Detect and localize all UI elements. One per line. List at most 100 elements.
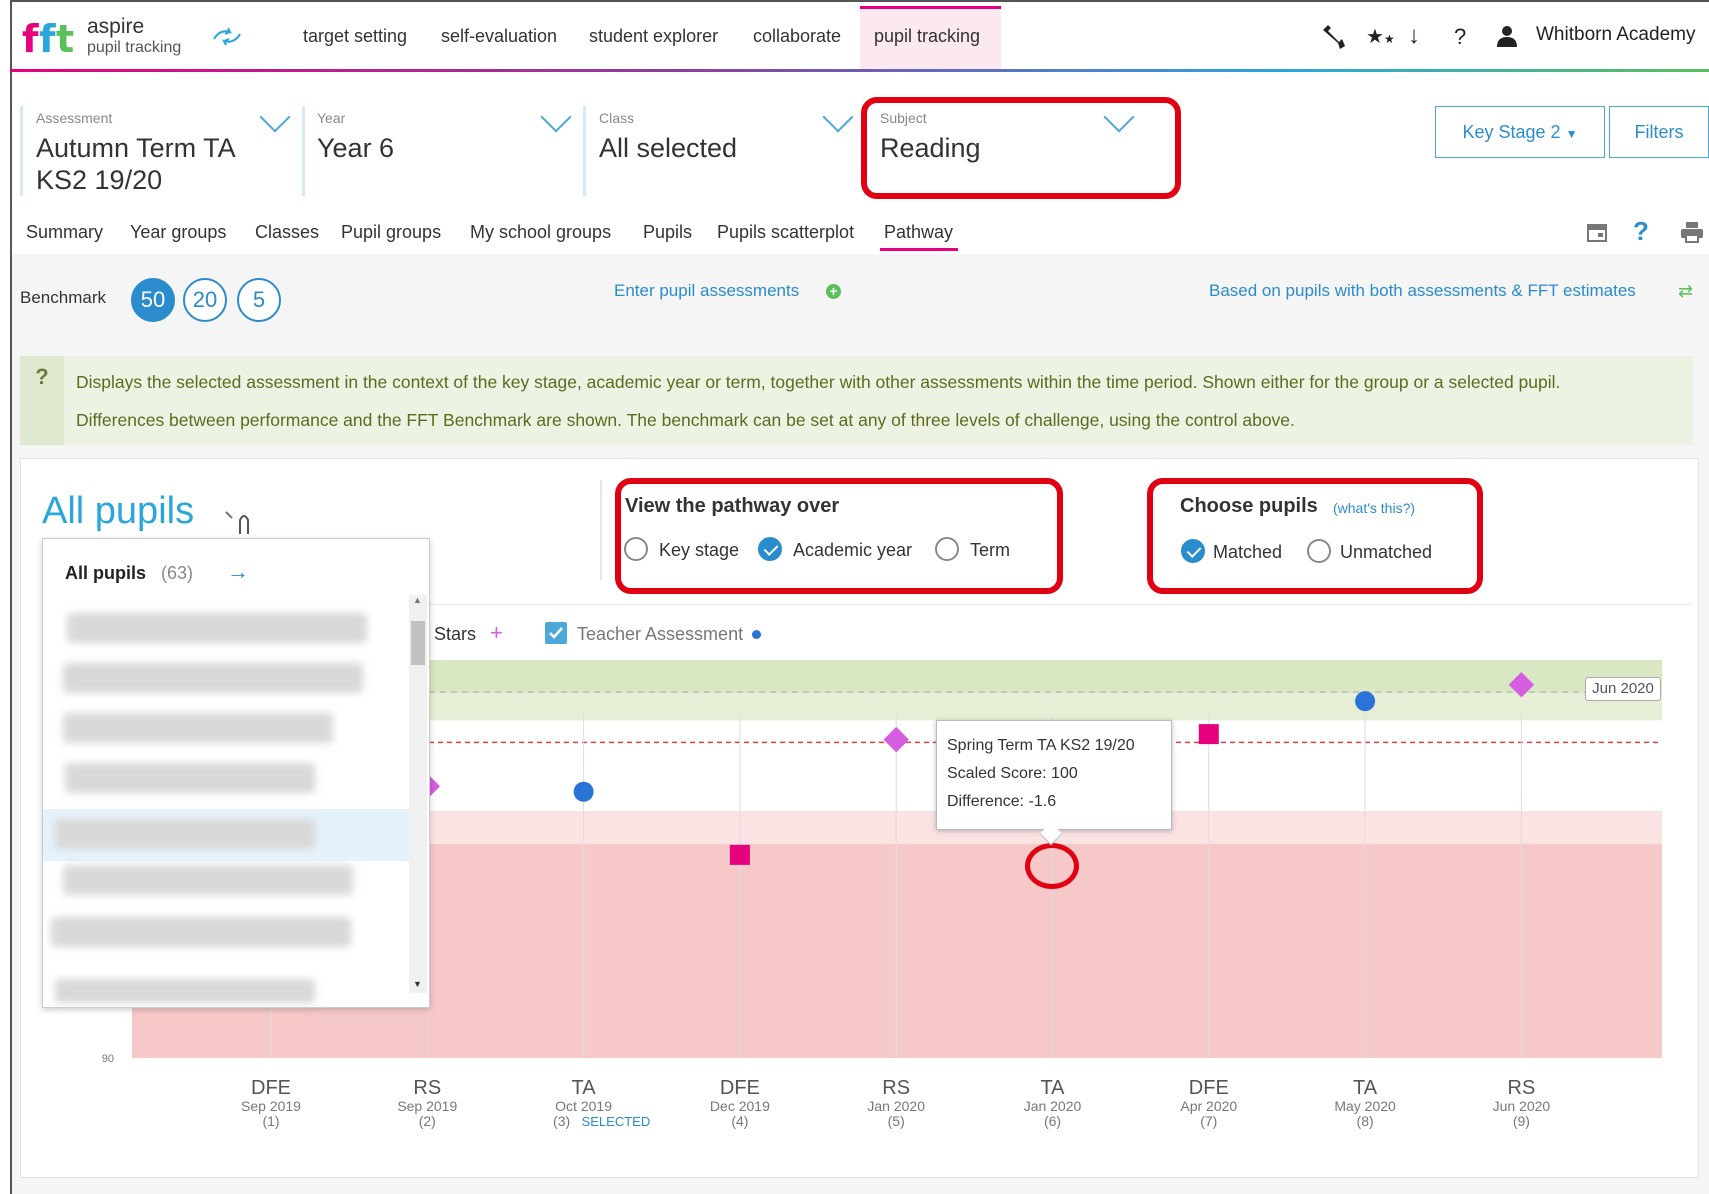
x-tick-date: Sep 2019 <box>397 1098 457 1114</box>
scroll-down-icon[interactable]: ▼ <box>413 979 422 989</box>
highlight-choose-pupils <box>1147 478 1483 594</box>
pupil-name-redacted[interactable] <box>51 917 351 947</box>
x-tick-label: RS <box>413 1077 441 1099</box>
x-tick-label: TA <box>1353 1077 1378 1099</box>
nav-student-explorer[interactable]: student explorer <box>589 26 718 47</box>
x-tick-date: Apr 2020 <box>1180 1098 1237 1114</box>
x-tick-label: TA <box>572 1077 597 1099</box>
x-tick-date: Oct 2019 <box>555 1098 612 1114</box>
year-caption: Year <box>317 110 346 126</box>
app-logo-subtext: pupil tracking <box>87 39 182 56</box>
period-end-marker: Jun 2020 <box>1585 677 1661 701</box>
scroll-up-icon[interactable]: ▲ <box>413 595 422 605</box>
print-icon[interactable] <box>1680 221 1704 248</box>
rs-point[interactable] <box>883 726 909 753</box>
x-tick-index: (3) <box>553 1113 570 1129</box>
tab-year-groups[interactable]: Year groups <box>130 222 226 243</box>
teacher-assessment-checkbox[interactable] <box>545 622 567 644</box>
y-tick-label: 90 <box>102 1053 114 1065</box>
fft-logo-icon[interactable]: f f t <box>22 16 78 61</box>
switch-app-icon[interactable] <box>210 26 244 51</box>
legend-teacher-label: Teacher Assessment <box>577 624 744 644</box>
tab-pupils-scatterplot[interactable]: Pupils scatterplot <box>717 222 854 243</box>
benchmark-5-button[interactable]: 5 <box>237 278 281 322</box>
pupil-name-redacted[interactable] <box>63 713 333 743</box>
dropdown-item-label[interactable]: All pupils <box>65 563 146 584</box>
highlight-subject <box>861 97 1181 199</box>
svg-text:t: t <box>56 17 74 60</box>
tab-summary[interactable]: Summary <box>26 222 103 243</box>
app-logo-text: aspire <box>87 15 145 38</box>
filters-button[interactable]: Filters <box>1609 106 1709 158</box>
nav-collaborate[interactable]: collaborate <box>753 26 841 47</box>
nav-self-evaluation[interactable]: self-evaluation <box>441 26 557 47</box>
dropdown-scrollbar[interactable]: ▲ ▼ <box>409 595 427 993</box>
school-name[interactable]: Whitborn Academy <box>1536 24 1695 46</box>
assessment-value-line1: Autumn Term TA <box>36 133 236 163</box>
info-line-2: Differences between performance and the … <box>76 410 1295 430</box>
x-tick-date: Jun 2020 <box>1493 1098 1551 1114</box>
svg-text:f: f <box>39 17 56 60</box>
download-arrow-icon[interactable]: ↓ <box>1408 22 1420 50</box>
add-circle-icon[interactable]: + <box>826 284 841 299</box>
scrollbar-thumb[interactable] <box>411 621 425 665</box>
nav-pupil-tracking[interactable]: pupil tracking <box>874 26 980 47</box>
x-tick-index: (1) <box>262 1113 279 1129</box>
dfe-point[interactable] <box>1198 724 1219 745</box>
tooltip-difference: Difference: -1.6 <box>947 793 1057 810</box>
swap-icon[interactable]: ⇄ <box>1678 281 1693 302</box>
tab-pathway[interactable]: Pathway <box>884 222 953 243</box>
user-icon[interactable] <box>1496 25 1518 52</box>
help-icon[interactable]: ? <box>1633 216 1649 247</box>
panel-title[interactable]: All pupils <box>42 490 194 533</box>
key-stage-button[interactable]: Key Stage 2 ▼ <box>1435 106 1605 158</box>
class-caption: Class <box>599 110 635 126</box>
stars-icon[interactable]: ★★ <box>1366 24 1395 49</box>
add-plus-icon[interactable]: + <box>490 620 503 646</box>
pupil-select-chevron-icon[interactable] <box>222 506 264 541</box>
pupil-name-redacted[interactable] <box>55 979 315 1003</box>
x-tick-index: (5) <box>888 1113 905 1129</box>
dfe-point[interactable] <box>729 844 750 865</box>
tab-pupils[interactable]: Pupils <box>643 222 692 243</box>
assessment-value-line2: KS2 19/20 <box>36 165 163 195</box>
based-on-link[interactable]: Based on pupils with both assessments & … <box>1209 281 1636 301</box>
key-stage-button-label: Key Stage 2 <box>1462 122 1561 142</box>
pupil-name-redacted[interactable] <box>67 613 367 643</box>
x-tick-date: Jan 2020 <box>867 1098 925 1114</box>
nav-target-setting[interactable]: target setting <box>303 26 407 47</box>
x-tick-index: (8) <box>1357 1113 1374 1129</box>
tooltip-title: Spring Term TA KS2 19/20 <box>947 737 1135 754</box>
pupil-name-redacted[interactable] <box>63 663 363 693</box>
benchmark-20-button[interactable]: 20 <box>183 278 227 322</box>
calendar-icon[interactable] <box>1586 221 1608 248</box>
legend-stars-label: Stars <box>434 624 477 644</box>
x-tick-date: May 2020 <box>1334 1098 1396 1114</box>
highlight-view-over <box>615 478 1063 594</box>
tab-classes[interactable]: Classes <box>255 222 319 243</box>
enter-assessments-link[interactable]: Enter pupil assessments <box>614 281 799 301</box>
active-tab-underline <box>880 248 958 251</box>
wrench-icon[interactable] <box>1320 24 1346 55</box>
benchmark-label: Benchmark <box>20 288 106 307</box>
point-tooltip: Spring Term TA KS2 19/20 Scaled Score: 1… <box>936 720 1172 830</box>
pupil-name-redacted[interactable] <box>55 819 315 849</box>
tab-my-school-groups[interactable]: My school groups <box>470 222 611 243</box>
arrow-right-icon[interactable]: → <box>227 559 249 585</box>
pupil-name-redacted[interactable] <box>65 763 315 793</box>
x-tick-date: Jan 2020 <box>1024 1098 1082 1114</box>
teacher-assessment-point[interactable] <box>1355 691 1376 712</box>
pupil-name-redacted[interactable] <box>63 865 353 895</box>
x-tick-index: (6) <box>1044 1113 1061 1129</box>
pupil-dropdown[interactable]: All pupils (63) → ▲ ▼ <box>42 538 430 1008</box>
legend-dot-icon <box>752 630 761 639</box>
help-icon[interactable]: ? <box>1454 24 1466 50</box>
benchmark-50-button[interactable]: 50 <box>131 278 175 322</box>
x-tick-index: (2) <box>419 1113 436 1129</box>
panel-divider <box>600 480 602 580</box>
x-tick-label: DFE <box>251 1077 291 1099</box>
x-tick-date: Dec 2019 <box>710 1098 770 1114</box>
x-tick-date: Sep 2019 <box>241 1098 301 1114</box>
tab-pupil-groups[interactable]: Pupil groups <box>341 222 441 243</box>
teacher-assessment-point[interactable] <box>573 781 594 802</box>
